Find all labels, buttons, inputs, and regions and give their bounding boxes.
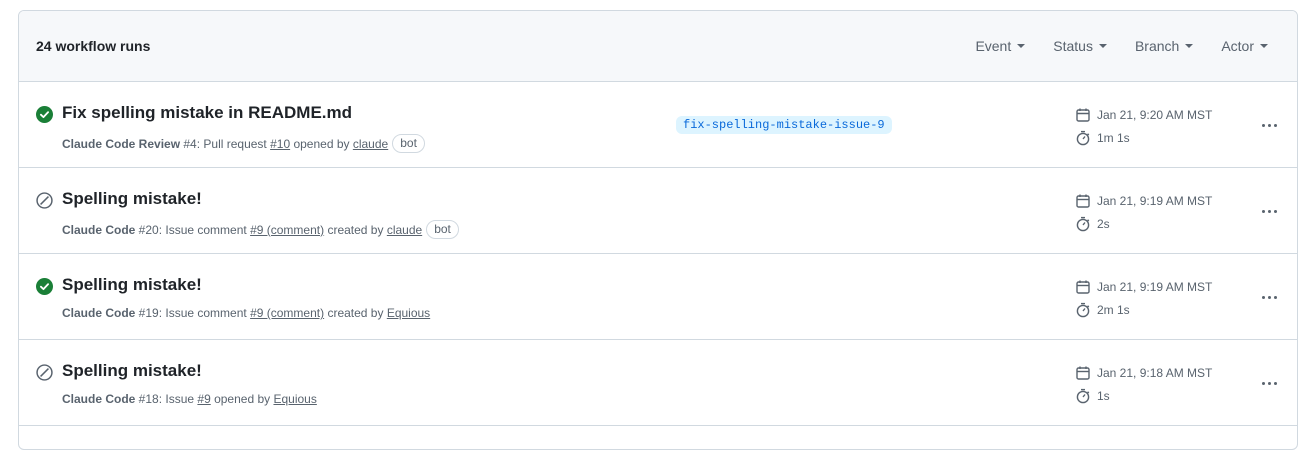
duration-text: 1m 1s (1097, 131, 1130, 145)
run-date: Jan 21, 9:20 AM MST (1075, 107, 1212, 123)
caret-down-icon (1260, 44, 1268, 48)
run-meta: Claude Code Review #4: Pull request #10 … (62, 134, 425, 153)
run-date: Jan 21, 9:19 AM MST (1075, 193, 1212, 209)
run-title[interactable]: Fix spelling mistake in README.md (62, 103, 352, 123)
duration-text: 1s (1097, 389, 1110, 403)
run-meta: Claude Code #20: Issue comment #9 (comme… (62, 220, 459, 239)
action-text: created by (324, 222, 387, 237)
run-duration: 2s (1075, 216, 1110, 232)
check-circle-icon (36, 278, 53, 295)
calendar-icon (1076, 280, 1090, 294)
filter-label: Status (1053, 38, 1093, 54)
caret-down-icon (1185, 44, 1194, 48)
kebab-menu-icon[interactable] (1257, 373, 1281, 393)
event-text: : Issue (158, 392, 198, 406)
filter-label: Event (975, 38, 1012, 54)
run-duration: 1s (1075, 388, 1110, 404)
calendar-icon (1076, 108, 1090, 122)
action-text: opened by (210, 392, 274, 406)
run-date: Jan 21, 9:18 AM MST (1075, 365, 1212, 381)
skipped-icon (36, 192, 53, 209)
ref-link[interactable]: #10 (270, 137, 290, 151)
kebab-menu-icon[interactable] (1257, 287, 1281, 307)
stopwatch-icon (1076, 388, 1090, 404)
workflow-run-row: Spelling mistake! Claude Code #20: Issue… (19, 168, 1297, 254)
kebab-menu-icon[interactable] (1257, 115, 1281, 135)
workflow-name: Claude Code Review (62, 136, 181, 151)
workflow-run-row: Spelling mistake! Claude Code #18: Issue… (19, 340, 1297, 426)
actor-link[interactable]: claude (353, 137, 388, 151)
actor-link[interactable]: Equious (273, 392, 316, 406)
workflow-run-row: Spelling mistake! Claude Code #19: Issue… (19, 254, 1297, 340)
filter-status[interactable]: Status (1053, 32, 1107, 60)
workflow-run-row: Fix spelling mistake in README.md Claude… (19, 82, 1297, 168)
stopwatch-icon (1076, 216, 1090, 232)
filter-bar: Event Status Branch Actor (947, 32, 1268, 60)
run-number: #19 (135, 306, 159, 320)
action-text: created by (324, 306, 387, 320)
caret-down-icon (1017, 44, 1026, 48)
duration-text: 2s (1097, 217, 1110, 231)
run-title[interactable]: Spelling mistake! (62, 275, 202, 295)
skipped-icon (36, 364, 53, 381)
date-text: Jan 21, 9:18 AM MST (1097, 366, 1213, 380)
run-duration: 2m 1s (1075, 302, 1130, 318)
filter-label: Actor (1221, 38, 1254, 54)
run-duration: 1m 1s (1075, 130, 1130, 146)
event-text: : Pull request (196, 136, 271, 151)
bot-badge: bot (392, 134, 425, 153)
workflow-name: Claude Code (62, 392, 136, 406)
filter-event[interactable]: Event (975, 32, 1026, 60)
bot-badge: bot (426, 220, 459, 239)
date-text: Jan 21, 9:19 AM MST (1097, 280, 1213, 294)
actor-link[interactable]: Equious (387, 306, 430, 320)
run-date: Jan 21, 9:19 AM MST (1075, 279, 1212, 295)
stopwatch-icon (1076, 130, 1090, 146)
filter-branch[interactable]: Branch (1134, 32, 1194, 60)
ref-link[interactable]: #9 (comment) (250, 306, 324, 320)
branch-chip[interactable]: fix-spelling-mistake-issue-9 (676, 116, 892, 134)
actor-link[interactable]: claude (387, 223, 422, 237)
filter-label: Branch (1134, 38, 1180, 54)
duration-text: 2m 1s (1097, 303, 1130, 317)
run-number: #18 (135, 392, 159, 406)
date-text: Jan 21, 9:19 AM MST (1097, 194, 1213, 208)
runs-list: Fix spelling mistake in README.md Claude… (19, 82, 1297, 426)
check-circle-icon (36, 106, 53, 123)
ref-link[interactable]: #9 (197, 392, 210, 406)
event-text: : Issue comment (158, 306, 251, 320)
action-text: opened by (290, 136, 353, 151)
workflow-name: Claude Code (62, 306, 136, 320)
run-number: #20 (135, 222, 159, 237)
run-title[interactable]: Spelling mistake! (62, 189, 202, 209)
date-text: Jan 21, 9:20 AM MST (1097, 108, 1213, 122)
kebab-menu-icon[interactable] (1257, 201, 1281, 221)
run-meta: Claude Code #18: Issue #9 opened by Equi… (62, 392, 317, 406)
run-number: #4 (180, 136, 197, 151)
ref-link[interactable]: #9 (comment) (250, 223, 324, 237)
workflow-runs-panel: 24 workflow runs Event Status Branch Act… (18, 10, 1298, 450)
caret-down-icon (1098, 44, 1107, 48)
event-text: : Issue comment (158, 222, 251, 237)
calendar-icon (1076, 366, 1090, 380)
calendar-icon (1076, 194, 1090, 208)
run-title[interactable]: Spelling mistake! (62, 361, 202, 381)
filter-actor[interactable]: Actor (1221, 32, 1268, 60)
run-meta: Claude Code #19: Issue comment #9 (comme… (62, 306, 430, 320)
stopwatch-icon (1076, 302, 1090, 318)
workflow-name: Claude Code (62, 222, 136, 237)
workflow-runs-header: 24 workflow runs Event Status Branch Act… (19, 11, 1297, 82)
runs-count: 24 workflow runs (36, 38, 151, 54)
